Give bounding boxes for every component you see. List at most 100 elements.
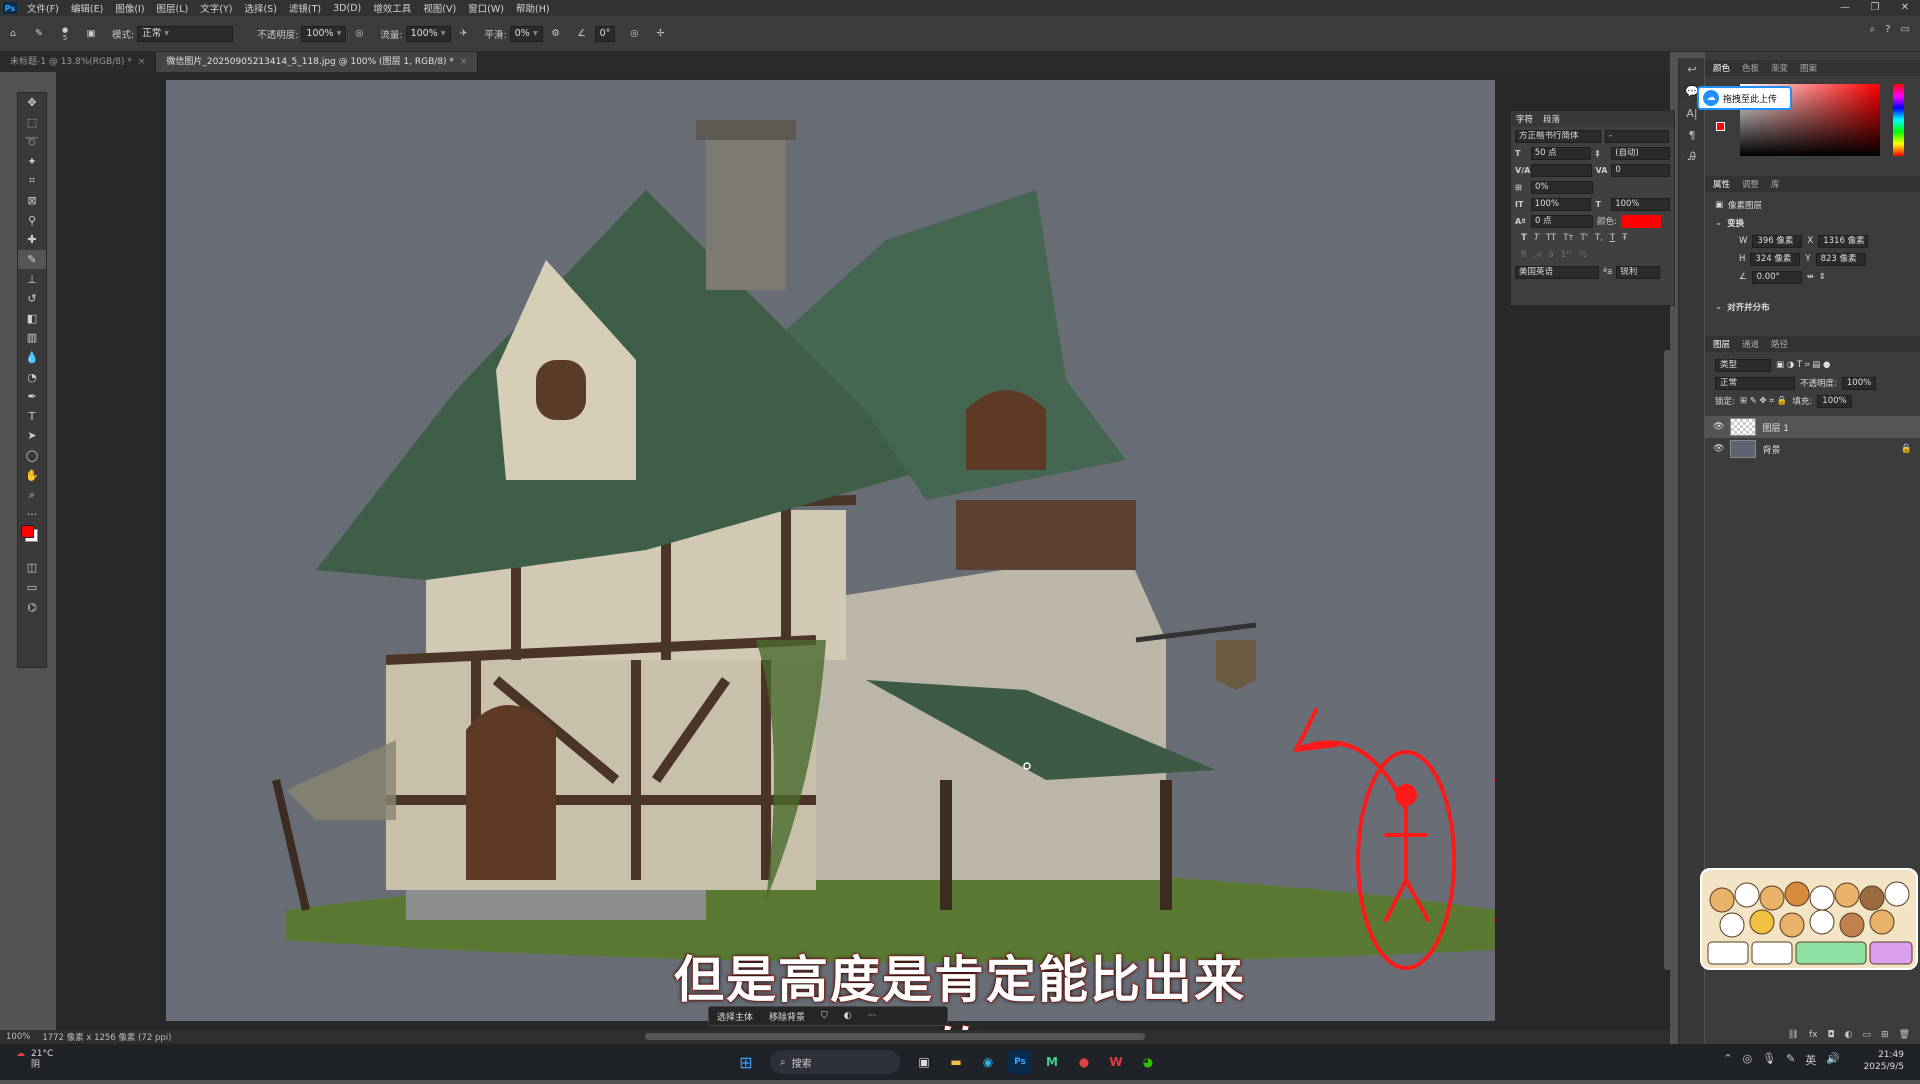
text-color-swatch[interactable] xyxy=(1620,214,1661,228)
vertical-scrollbar[interactable] xyxy=(1664,350,1671,970)
menu-layer[interactable]: 图层(L) xyxy=(151,1,195,15)
chevron-up-icon[interactable]: ⌃ xyxy=(1723,1052,1732,1068)
tab-paths[interactable]: 路径 xyxy=(1771,338,1788,350)
mic-icon[interactable]: 🎙 xyxy=(1762,1052,1776,1068)
taskbar-search[interactable]: ⌕ 搜索 xyxy=(770,1050,900,1074)
font-family-select[interactable]: 方正楷书行简体 xyxy=(1515,129,1601,143)
hand-tool-icon[interactable]: ✋ xyxy=(18,465,46,485)
type-tool-icon[interactable]: T xyxy=(18,407,46,427)
move-tool-icon[interactable]: ✥ xyxy=(18,93,46,113)
superscript-button[interactable]: T' xyxy=(1580,233,1588,243)
home-icon[interactable]: ⌂ xyxy=(4,25,22,43)
language-select[interactable]: 美国英语 xyxy=(1515,265,1599,279)
brush-tool-icon[interactable]: ✎ xyxy=(30,25,48,43)
tab-libraries[interactable]: 库 xyxy=(1771,178,1780,190)
task-view-icon[interactable]: ▣ xyxy=(912,1050,936,1074)
symmetry-icon[interactable]: ✢ xyxy=(651,25,669,43)
width-field[interactable]: 396 像素 xyxy=(1752,234,1803,248)
opentype-fraction-icon[interactable]: ½ xyxy=(1579,250,1587,260)
document-info[interactable]: 1772 像素 x 1256 像素 (72 ppi) xyxy=(36,1031,177,1043)
baseline-field[interactable]: 0 点 xyxy=(1531,214,1593,228)
workspace-icon[interactable]: ▭ xyxy=(1901,24,1910,35)
height-field[interactable]: 324 像素 xyxy=(1750,252,1801,266)
zoom-tool-icon[interactable]: ⌕ xyxy=(18,485,46,505)
filter-icons[interactable]: ▣ ◑ T ⌗ ▤ ● xyxy=(1776,360,1830,370)
angle-field[interactable]: 0° xyxy=(594,25,616,42)
search-icon[interactable]: ⌕ xyxy=(1870,24,1876,35)
restore-button[interactable]: ❐ xyxy=(1860,0,1890,16)
menu-window[interactable]: 窗口(W) xyxy=(462,1,510,15)
tab-properties[interactable]: 属性 xyxy=(1713,178,1730,190)
pen-icon[interactable]: ✎ xyxy=(1786,1052,1795,1068)
opacity-field[interactable]: 100% xyxy=(301,25,347,42)
brush-preset-picker[interactable]: ● 5 xyxy=(56,25,74,43)
group-icon[interactable]: ▭ xyxy=(1863,1030,1872,1040)
chevron-down-icon[interactable]: ⌄ xyxy=(1715,302,1722,312)
menu-image[interactable]: 图像(I) xyxy=(109,1,150,15)
healing-tool-icon[interactable]: ✚ xyxy=(18,230,46,250)
blur-tool-icon[interactable]: 💧 xyxy=(18,348,46,368)
history-brush-tool-icon[interactable]: ↺ xyxy=(18,289,46,309)
file-explorer-icon[interactable]: ▬ xyxy=(944,1050,968,1074)
trash-icon[interactable]: 🗑 xyxy=(1899,1030,1910,1040)
m-app-icon[interactable]: M xyxy=(1040,1050,1064,1074)
visibility-eye-icon[interactable]: 👁 xyxy=(1713,444,1724,454)
tab-adjustments[interactable]: 调整 xyxy=(1742,178,1759,190)
fill-field[interactable]: 100% xyxy=(1817,394,1852,408)
menu-filter[interactable]: 滤镜(T) xyxy=(283,1,327,15)
screen-mode-icon[interactable]: ▭ xyxy=(18,578,46,598)
menu-edit[interactable]: 编辑(E) xyxy=(65,1,109,15)
small-caps-button[interactable]: Tт xyxy=(1563,233,1573,243)
eyedropper-tool-icon[interactable]: ⚲ xyxy=(18,211,46,231)
faux-bold-button[interactable]: T xyxy=(1521,233,1527,243)
edge-icon[interactable]: ◉ xyxy=(976,1050,1000,1074)
weather-widget[interactable]: ☁ 21°C 阴 xyxy=(16,1049,53,1071)
tracking-field[interactable]: 0 xyxy=(1611,163,1670,177)
tab-patterns[interactable]: 图案 xyxy=(1800,62,1817,74)
network-icon[interactable]: ◎ xyxy=(1743,1052,1753,1068)
menu-3d[interactable]: 3D(D) xyxy=(327,3,367,14)
tab-untitled[interactable]: 未标题-1 @ 13.8%(RGB/8) * × xyxy=(0,52,157,72)
menu-plugins[interactable]: 增效工具 xyxy=(367,1,417,15)
subscript-button[interactable]: T, xyxy=(1595,233,1603,243)
font-style-select[interactable]: - xyxy=(1605,129,1669,143)
tab-channels[interactable]: 通道 xyxy=(1742,338,1759,350)
brush-tool-icon[interactable]: ✎ xyxy=(18,249,46,270)
lock-icons[interactable]: ⊞ ✎ ✥ ⌗ 🔒 xyxy=(1740,396,1788,406)
layer-row-background[interactable]: 👁 背景 🔒 xyxy=(1705,438,1920,460)
pen-tool-icon[interactable]: ✒ xyxy=(18,387,46,407)
drag-upload-widget[interactable]: ☁ 拖拽至此上传 xyxy=(1697,86,1792,110)
path-select-tool-icon[interactable]: ➤ xyxy=(18,426,46,446)
wps-icon[interactable]: W xyxy=(1104,1050,1128,1074)
rotation-field[interactable]: 0.00° xyxy=(1751,270,1802,284)
underline-button[interactable]: T xyxy=(1610,233,1615,243)
mask-icon[interactable]: ◘ xyxy=(1828,1030,1835,1040)
strikethrough-button[interactable]: Ŧ xyxy=(1622,233,1627,243)
shape-tool-icon[interactable]: ◯ xyxy=(18,446,46,466)
opentype-swash-icon[interactable]: 𝒜 xyxy=(1533,250,1541,260)
tab-color[interactable]: 颜色 xyxy=(1713,62,1730,74)
dodge-tool-icon[interactable]: ◔ xyxy=(18,367,46,387)
stamp-tool-icon[interactable]: ⊥ xyxy=(18,269,46,289)
edit-toolbar-icon[interactable]: ⌬ xyxy=(18,597,46,617)
horizontal-scrollbar[interactable] xyxy=(645,1033,1145,1040)
paragraph-panel-icon[interactable]: ¶ xyxy=(1679,124,1705,146)
flip-vertical-icon[interactable]: ⇕ xyxy=(1819,272,1826,282)
glyphs-panel-icon[interactable]: Ꭿ xyxy=(1679,146,1705,168)
visibility-eye-icon[interactable]: 👁 xyxy=(1713,422,1724,432)
photoshop-logo-icon[interactable]: Ps xyxy=(3,2,17,14)
layer-filter-select[interactable]: 类型 xyxy=(1715,358,1771,372)
link-layers-icon[interactable]: ⛓ xyxy=(1788,1030,1799,1040)
all-caps-button[interactable]: TT xyxy=(1546,233,1556,243)
record-app-icon[interactable]: ● xyxy=(1072,1050,1096,1074)
adjustment-layer-icon[interactable]: ◐ xyxy=(1845,1030,1853,1040)
menu-type[interactable]: 文字(Y) xyxy=(194,1,238,15)
gradient-tool-icon[interactable]: ▥ xyxy=(18,328,46,348)
airbrush-icon[interactable]: ✈ xyxy=(455,25,473,43)
blend-mode-select[interactable]: 正常 xyxy=(1715,376,1795,390)
layer-row-layer1[interactable]: 👁 图层 1 xyxy=(1705,416,1920,438)
marquee-tool-icon[interactable]: ⬚ xyxy=(18,113,46,133)
remove-background-button[interactable]: 移除背景 xyxy=(761,1010,813,1023)
ctx-transform-icon[interactable]: ⛉ xyxy=(813,1011,836,1021)
tab-paragraph[interactable]: 段落 xyxy=(1543,113,1560,125)
